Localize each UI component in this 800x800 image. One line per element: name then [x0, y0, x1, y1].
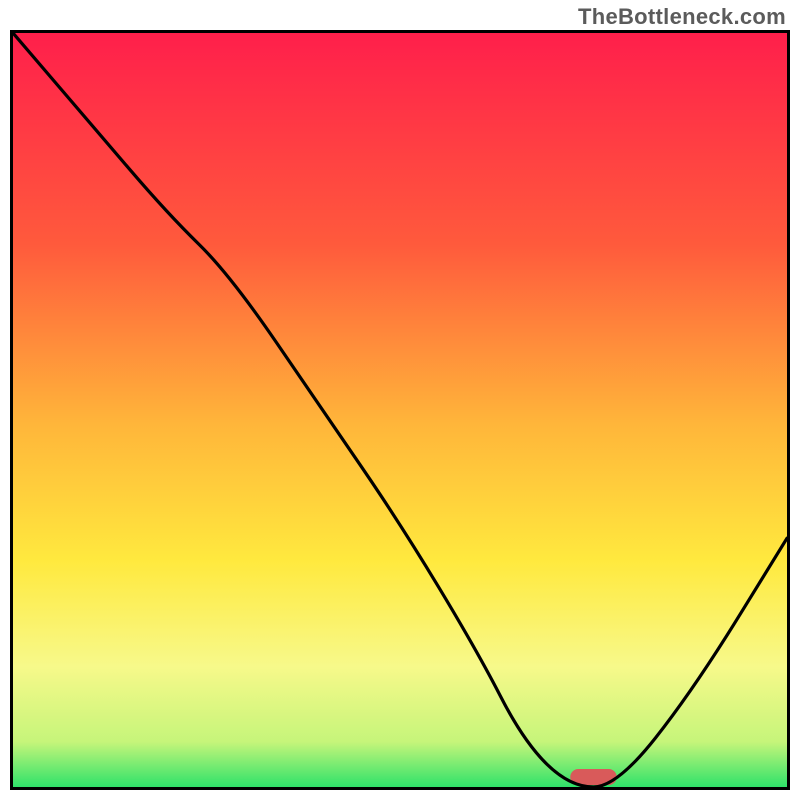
bottleneck-chart: [13, 33, 787, 787]
gradient-background: [13, 33, 787, 787]
chart-frame: [10, 30, 790, 790]
watermark-text: TheBottleneck.com: [578, 4, 786, 30]
